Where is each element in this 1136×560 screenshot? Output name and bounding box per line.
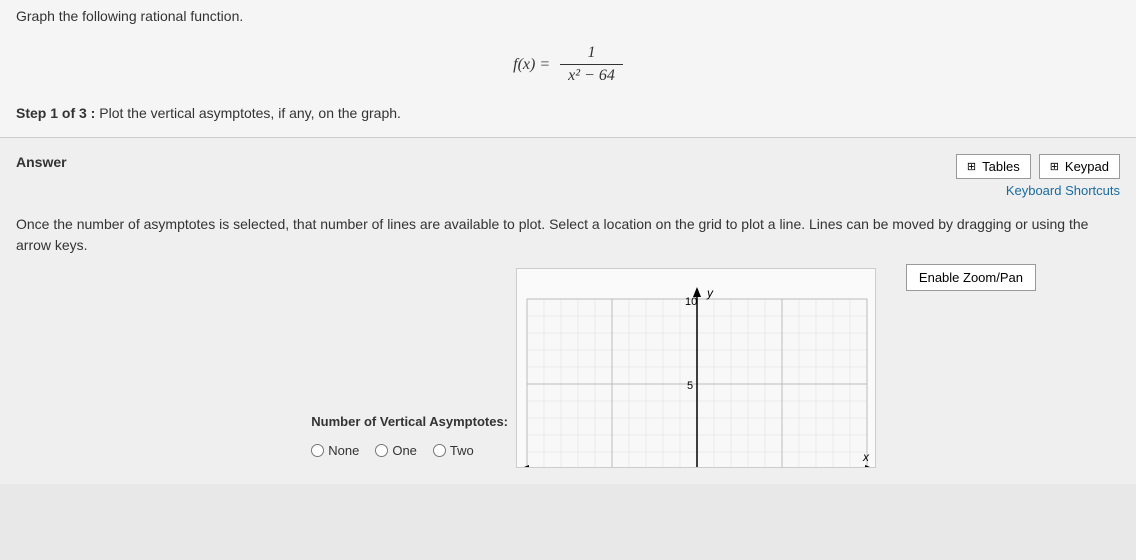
tables-label: Tables [982,159,1020,174]
question-section: Graph the following rational function. f… [0,0,1136,138]
formula-numerator: 1 [560,44,623,65]
keyboard-shortcuts-link[interactable]: Keyboard Shortcuts [1006,183,1120,198]
keypad-label: Keypad [1065,159,1109,174]
radio-none[interactable]: None [311,443,359,458]
radio-two[interactable]: Two [433,443,474,458]
radio-one-input[interactable] [375,444,388,457]
radio-none-label: None [328,443,359,458]
instruction-text: Once the number of asymptotes is selecte… [16,214,1120,256]
radio-one[interactable]: One [375,443,417,458]
toolbar: ⊞ Tables ⊞ Keypad Keyboard Shortcuts [956,154,1120,198]
step-instruction: Step 1 of 3 : Plot the vertical asymptot… [16,105,1120,133]
zoom-pan-button[interactable]: Enable Zoom/Pan [906,264,1036,291]
radio-one-label: One [392,443,417,458]
tick-y10: 10 [685,296,697,308]
keypad-button[interactable]: ⊞ Keypad [1039,154,1120,179]
step-prefix: Step 1 of 3 : [16,105,95,121]
coordinate-plane[interactable]: y x 10 5 -10 -5 5 10 [517,269,876,468]
y-axis-label: y [706,286,714,300]
answer-label: Answer [16,154,67,170]
graph-canvas[interactable]: y x 10 5 -10 -5 5 10 [516,268,876,468]
radio-none-input[interactable] [311,444,324,457]
asymptote-count-label: Number of Vertical Asymptotes: [311,414,508,429]
radio-group: None One Two [311,443,508,458]
keypad-icon: ⊞ [1050,160,1059,173]
step-body: Plot the vertical asymptotes, if any, on… [95,105,401,121]
question-title: Graph the following rational function. [16,8,1120,24]
formula: f(x) = 1 x² − 64 [16,44,1120,85]
tables-icon: ⊞ [967,160,976,173]
formula-fx: f(x) = [513,56,550,74]
radio-two-input[interactable] [433,444,446,457]
tables-button[interactable]: ⊞ Tables [956,154,1031,179]
radio-two-label: Two [450,443,474,458]
x-axis-label: x [862,450,870,464]
graph-wrapper: Enable Zoom/Pan [516,268,876,468]
answer-section: Answer ⊞ Tables ⊞ Keypad Keyboard Shortc… [0,138,1136,484]
formula-denominator: x² − 64 [560,65,623,85]
tick-y5: 5 [687,380,693,392]
